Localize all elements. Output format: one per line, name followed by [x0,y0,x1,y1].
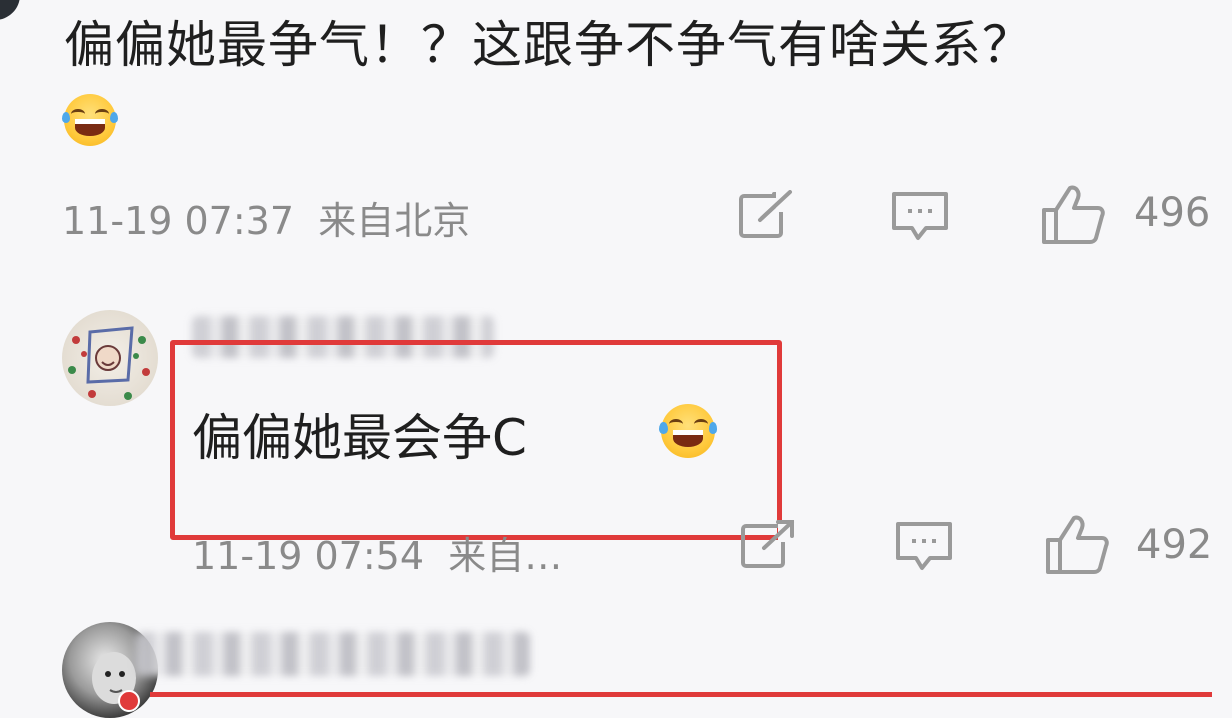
comment-icon[interactable] [894,520,954,574]
reply-meta: 11-19 07:54 来自… [192,525,562,580]
like-count: 492 [1136,522,1213,568]
highlight-box [150,692,1212,697]
laughing-tears-emoji [658,404,718,458]
username-blurred[interactable] [136,632,530,676]
notification-dot [118,690,140,712]
avatar[interactable] [62,310,158,406]
thumbs-up-icon[interactable] [1040,184,1106,246]
reply-location: 来自… [448,534,563,578]
comment-location: 来自北京 [318,199,471,243]
comment-text: 偏偏她最争气！？这跟争不争气有啥关系？ [64,16,1033,74]
reply-timestamp: 11-19 07:54 [192,534,425,578]
share-icon[interactable] [738,190,794,240]
laughing-tears-emoji [61,94,119,146]
like-count: 496 [1134,190,1211,236]
avatar-edge [0,0,20,20]
thumbs-up-icon[interactable] [1044,514,1110,576]
share-icon[interactable] [740,520,796,570]
comment-meta: 11-19 07:37 来自北京 [62,190,470,245]
comment-icon[interactable] [890,190,950,244]
comment-timestamp: 11-19 07:37 [62,199,295,243]
reply-text: 偏偏她最会争C [192,409,527,467]
